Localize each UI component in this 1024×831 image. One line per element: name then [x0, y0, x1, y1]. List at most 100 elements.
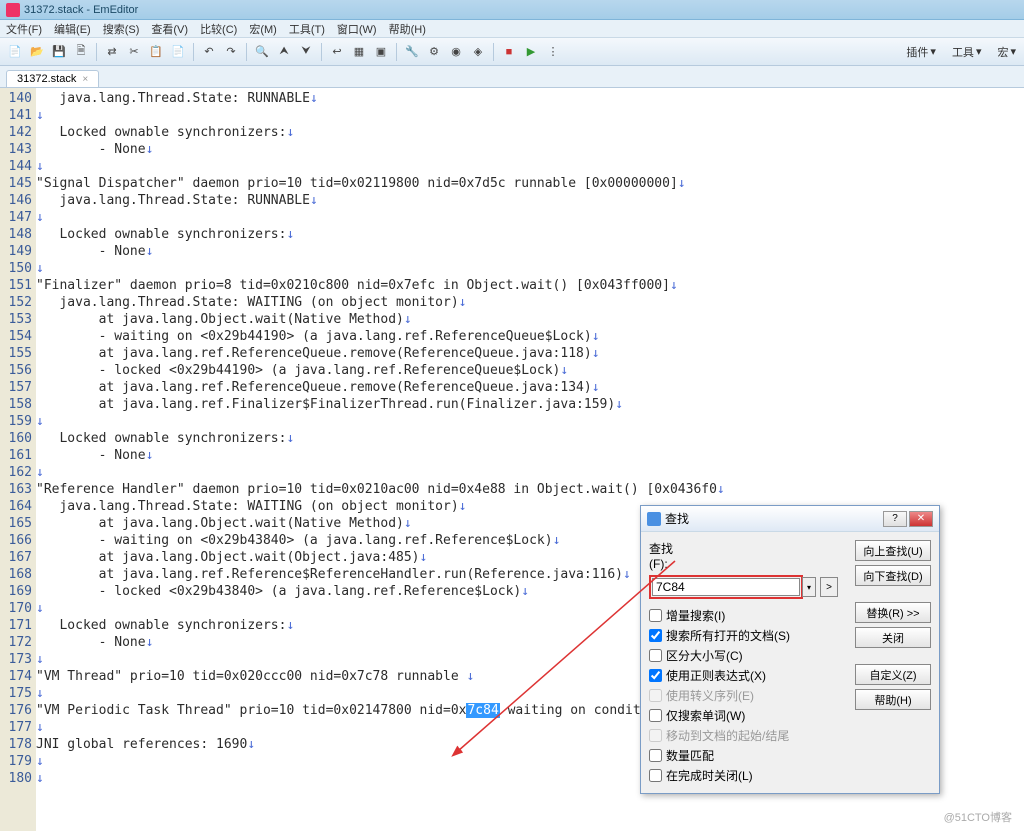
line-number: 140: [0, 90, 36, 107]
eol-marker: ↓: [36, 414, 44, 429]
undo-icon[interactable]: ↶: [200, 43, 218, 61]
find-icon[interactable]: 🔍: [253, 43, 271, 61]
toolbar-right-labels: 插件 ▾ 工具 ▾ 宏 ▾: [906, 44, 1016, 60]
checkbox: [649, 729, 662, 742]
code-line: Locked ownable synchronizers:↓: [36, 430, 1024, 447]
checkbox[interactable]: [649, 629, 662, 642]
macro-list-icon[interactable]: ⋮: [544, 43, 562, 61]
macro-rec-icon[interactable]: ■: [500, 43, 518, 61]
eol-marker: ↓: [36, 465, 44, 480]
new-icon[interactable]: 📄: [6, 43, 24, 61]
replace-button[interactable]: 替换(R) >>: [855, 602, 931, 623]
eol-marker: ↓: [286, 618, 294, 633]
checkbox[interactable]: [649, 749, 662, 762]
option-label: 移动到文档的起始/结尾: [666, 727, 789, 744]
line-number: 174: [0, 668, 36, 685]
help-button[interactable]: 帮助(H): [855, 689, 931, 710]
eol-marker: ↓: [36, 771, 44, 786]
option-label: 数量匹配: [666, 747, 714, 764]
checkbox[interactable]: [649, 669, 662, 682]
line-number: 159: [0, 413, 36, 430]
menu-item[interactable]: 帮助(H): [389, 21, 426, 37]
checkbox[interactable]: [649, 769, 662, 782]
menu-item[interactable]: 窗口(W): [337, 21, 377, 37]
mode-icon[interactable]: ▦: [350, 43, 368, 61]
close-icon[interactable]: ✕: [909, 511, 933, 527]
code-line: ↓: [36, 413, 1024, 430]
tool4-icon[interactable]: ◈: [469, 43, 487, 61]
copy-icon[interactable]: 📋: [147, 43, 165, 61]
line-number: 173: [0, 651, 36, 668]
tool1-icon[interactable]: 🔧: [403, 43, 421, 61]
menu-item[interactable]: 编辑(E): [54, 21, 91, 37]
find-up-button[interactable]: 向上查找(U): [855, 540, 931, 561]
menu-item[interactable]: 搜索(S): [103, 21, 140, 37]
document-tab[interactable]: 31372.stack ×: [6, 70, 99, 87]
checkbox[interactable]: [649, 649, 662, 662]
menu-bar[interactable]: 文件(F) 编辑(E) 搜索(S) 查看(V) 比较(C) 宏(M) 工具(T) 窗口(W) 帮…: [0, 20, 1024, 38]
code-line: at java.lang.ref.Finalizer$FinalizerThre…: [36, 396, 1024, 413]
code-line: - waiting on <0x29b44190> (a java.lang.r…: [36, 328, 1024, 345]
code-line: java.lang.Thread.State: WAITING (on obje…: [36, 294, 1024, 311]
menu-item[interactable]: 文件(F): [6, 21, 42, 37]
menu-item[interactable]: 比较(C): [200, 21, 237, 37]
line-number: 180: [0, 770, 36, 787]
line-number: 157: [0, 379, 36, 396]
find-dialog-icon: [647, 512, 661, 526]
checkbox[interactable]: [649, 609, 662, 622]
code-line: "Reference Handler" daemon prio=10 tid=0…: [36, 481, 1024, 498]
code-line: Locked ownable synchronizers:↓: [36, 124, 1024, 141]
close-button[interactable]: 关闭: [855, 627, 931, 648]
plugins-label[interactable]: 插件 ▾: [906, 44, 936, 60]
menu-item[interactable]: 查看(V): [151, 21, 188, 37]
code-line: - None↓: [36, 141, 1024, 158]
tool2-icon[interactable]: ⚙: [425, 43, 443, 61]
line-number: 155: [0, 345, 36, 362]
dropdown-icon[interactable]: ▾: [802, 577, 816, 597]
tool3-icon[interactable]: ◉: [447, 43, 465, 61]
wrap-icon[interactable]: ↩: [328, 43, 346, 61]
compare-icon[interactable]: ⇄: [103, 43, 121, 61]
checkbox[interactable]: [649, 709, 662, 722]
menu-item[interactable]: 宏(M): [249, 21, 277, 37]
open-icon[interactable]: 📂: [28, 43, 46, 61]
eol-marker: ↓: [521, 584, 529, 599]
option-label: 使用正则表达式(X): [666, 667, 766, 684]
toolbar: 📄 📂 💾 🗎 ⇄ ✂ 📋 📄 ↶ ↷ 🔍 ⮝ ⮟ ↩ ▦ ▣ 🔧 ⚙ ◉ ◈ …: [0, 38, 1024, 66]
window-title: 31372.stack - EmEditor: [24, 4, 138, 16]
custom-button[interactable]: 自定义(Z): [855, 664, 931, 685]
paste-icon[interactable]: 📄: [169, 43, 187, 61]
separator: [493, 43, 494, 61]
save-all-icon[interactable]: 🗎: [72, 43, 90, 61]
find-more-icon[interactable]: >: [820, 577, 838, 597]
find-input[interactable]: [652, 578, 800, 596]
tools-label[interactable]: 工具 ▾: [952, 44, 982, 60]
menu-item[interactable]: 工具(T): [289, 21, 325, 37]
find-next-icon[interactable]: ⮟: [297, 43, 315, 61]
view-icon[interactable]: ▣: [372, 43, 390, 61]
separator: [321, 43, 322, 61]
find-option[interactable]: 在完成时关闭(L): [649, 765, 931, 785]
code-line: ↓: [36, 209, 1024, 226]
find-option: 移动到文档的起始/结尾: [649, 725, 931, 745]
code-line: "Finalizer" daemon prio=8 tid=0x0210c800…: [36, 277, 1024, 294]
save-icon[interactable]: 💾: [50, 43, 68, 61]
eol-marker: ↓: [717, 482, 725, 497]
line-number: 141: [0, 107, 36, 124]
line-number: 172: [0, 634, 36, 651]
eol-marker: ↓: [36, 261, 44, 276]
macro-play-icon[interactable]: ▶: [522, 43, 540, 61]
option-label: 在完成时关闭(L): [666, 767, 753, 784]
find-down-button[interactable]: 向下查找(D): [855, 565, 931, 586]
help-button-icon[interactable]: ?: [883, 511, 907, 527]
redo-icon[interactable]: ↷: [222, 43, 240, 61]
find-dialog-titlebar[interactable]: 查找 ? ✕: [641, 506, 939, 532]
eol-marker: ↓: [592, 329, 600, 344]
close-icon[interactable]: ×: [82, 74, 88, 85]
find-option[interactable]: 数量匹配: [649, 745, 931, 765]
find-prev-icon[interactable]: ⮝: [275, 43, 293, 61]
cut-icon[interactable]: ✂: [125, 43, 143, 61]
line-number: 146: [0, 192, 36, 209]
macros-label[interactable]: 宏 ▾: [997, 44, 1016, 60]
code-line: ↓: [36, 464, 1024, 481]
